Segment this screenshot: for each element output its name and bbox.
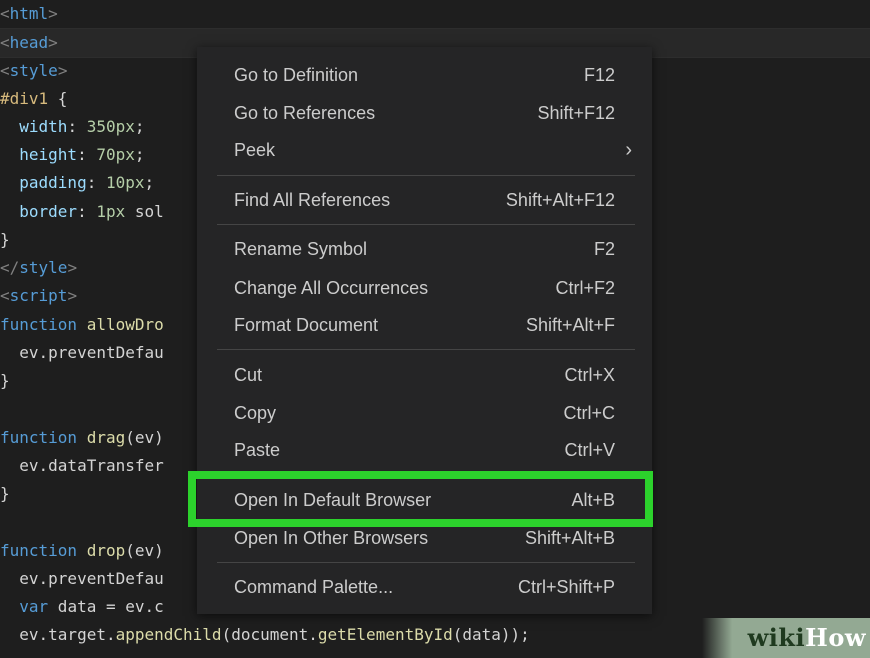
chevron-right-icon: › [625,139,632,161]
menu-item-shortcut: Ctrl+C [563,403,615,423]
menu-item-command-palette[interactable]: Command Palette... Ctrl+Shift+P [197,570,652,604]
menu-separator [217,562,635,563]
menu-item-label: Open In Default Browser [234,490,432,510]
menu-item-format-document[interactable]: Format Document Shift+Alt+F [197,308,652,342]
menu-item-change-all-occurrences[interactable]: Change All Occurrences Ctrl+F2 [197,271,652,305]
code-line-1: <html> [0,4,58,23]
menu-item-shortcut: Alt+B [571,490,615,510]
screenshot-frame: <html> <head> <style> #div1 { width: 350… [0,0,870,658]
menu-item-label: Copy [234,403,277,423]
watermark-logo: wikiHow [747,623,866,652]
menu-item-shortcut: Shift+Alt+F [525,315,615,335]
menu-item-shortcut: Ctrl+X [564,365,615,385]
menu-item-peek[interactable]: Peek › [197,133,652,167]
menu-item-label: Peek [234,140,276,160]
menu-item-rename-symbol[interactable]: Rename Symbol F2 [197,232,652,266]
menu-item-label: Go to References [234,103,376,123]
menu-item-shortcut: F12 [583,65,615,85]
watermark: wikiHow [702,618,870,658]
menu-item-go-to-references[interactable]: Go to References Shift+F12 [197,96,652,130]
menu-item-label: Format Document [234,315,379,335]
menu-item-paste[interactable]: Paste Ctrl+V [197,433,652,467]
menu-item-shortcut: Ctrl+F2 [555,278,615,298]
menu-item-label: Open In Other Browsers [234,528,429,548]
menu-item-label: Go to Definition [234,65,359,85]
menu-separator [217,224,635,225]
menu-item-cut[interactable]: Cut Ctrl+X [197,358,652,392]
menu-item-label: Rename Symbol [234,239,368,259]
menu-item-label: Paste [234,440,281,460]
menu-item-shortcut: Ctrl+V [564,440,615,460]
menu-item-shortcut: Shift+F12 [537,103,615,123]
menu-item-label: Command Palette... [234,577,394,597]
menu-item-open-in-other-browsers[interactable]: Open In Other Browsers Shift+Alt+B [197,521,652,555]
menu-item-find-all-references[interactable]: Find All References Shift+Alt+F12 [197,183,652,217]
menu-item-shortcut: F2 [593,239,615,259]
menu-item-copy[interactable]: Copy Ctrl+C [197,396,652,430]
menu-item-label: Find All References [234,190,391,210]
menu-item-label: Change All Occurrences [234,278,429,298]
menu-item-shortcut: Shift+Alt+F12 [505,190,615,210]
menu-separator [217,349,635,350]
context-menu: Go to Definition F12 Go to References Sh… [197,47,652,614]
menu-item-label: Cut [234,365,263,385]
menu-item-shortcut: Ctrl+Shift+P [517,577,615,597]
menu-separator [217,175,635,176]
menu-item-go-to-definition[interactable]: Go to Definition F12 [197,58,652,92]
menu-item-shortcut: Shift+Alt+B [524,528,615,548]
menu-item-open-in-default-browser[interactable]: Open In Default Browser Alt+B [197,483,652,517]
